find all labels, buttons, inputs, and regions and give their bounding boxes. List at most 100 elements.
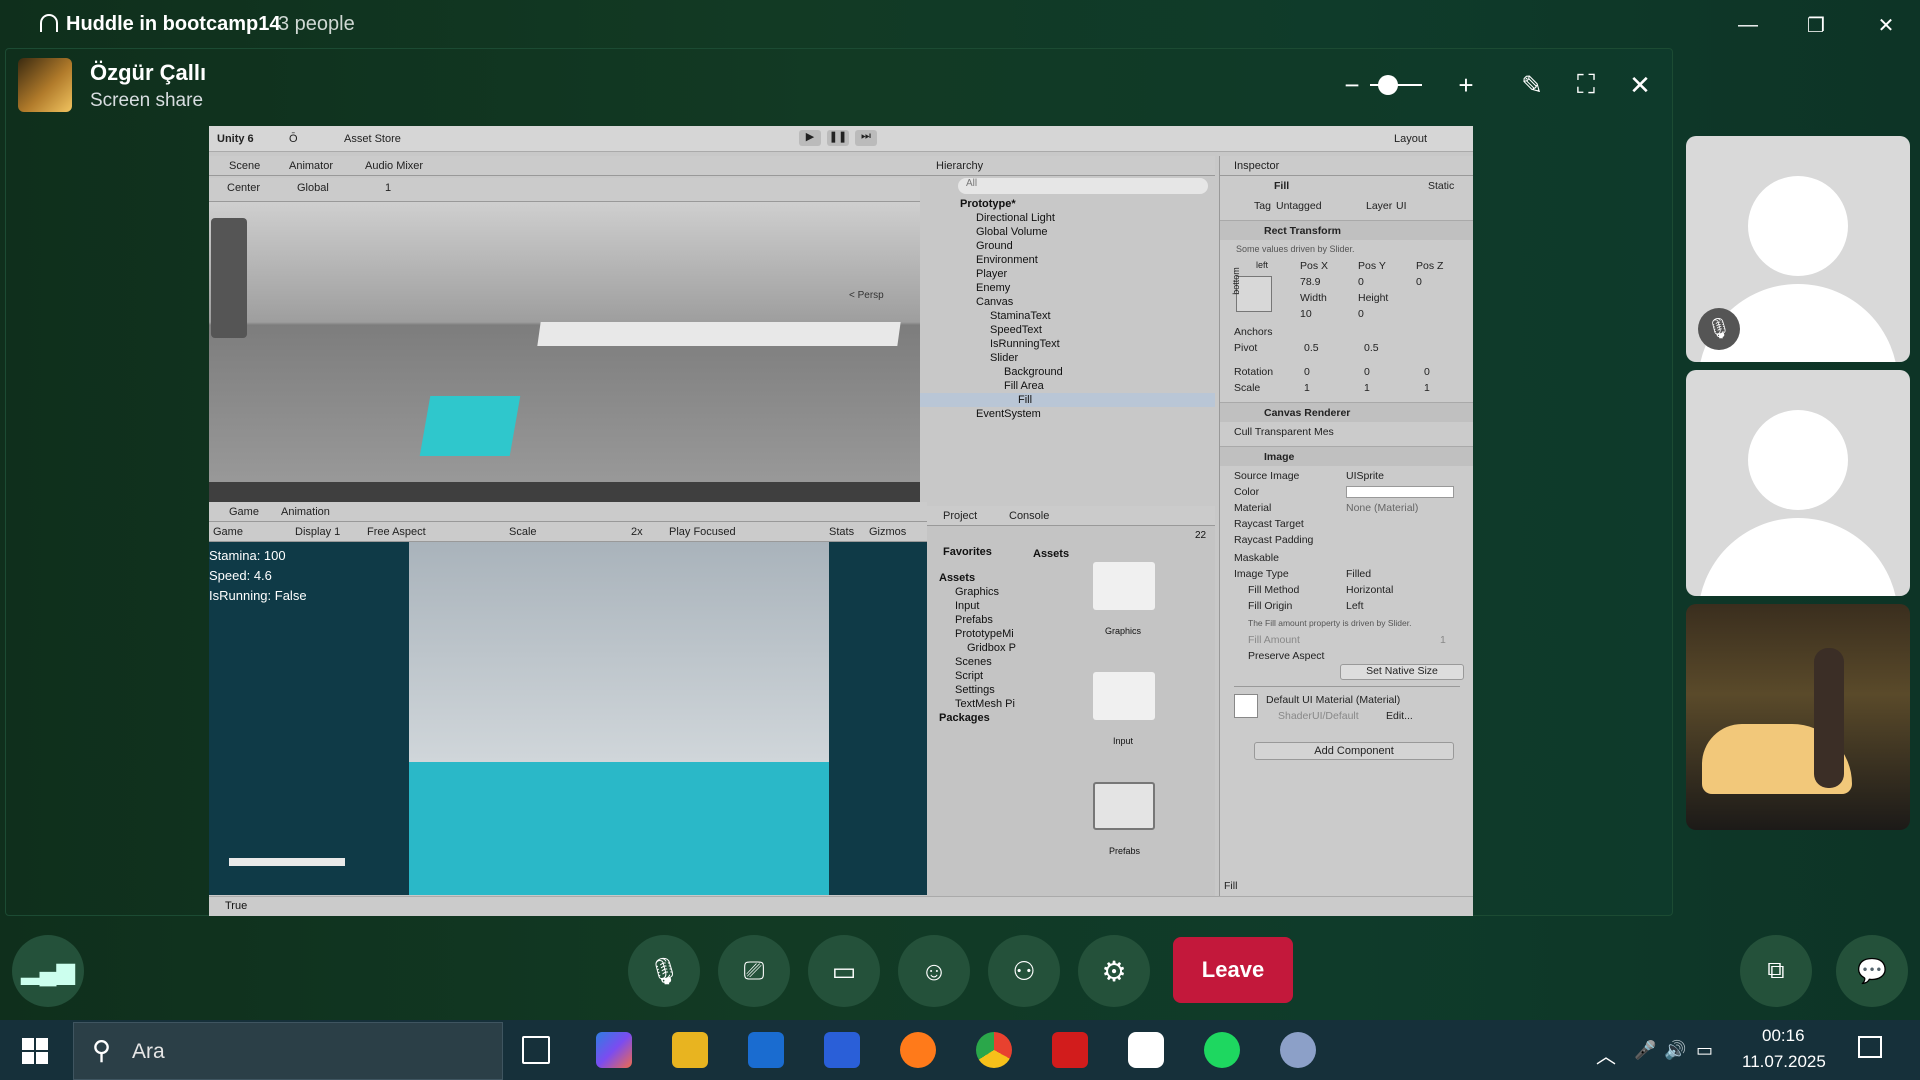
zoom-in-icon[interactable]: + xyxy=(1446,68,1486,102)
hierarchy-item-selected[interactable]: Fill xyxy=(1018,394,1032,406)
game-mode-dropdown[interactable]: Game xyxy=(213,526,243,538)
hierarchy-item[interactable]: EventSystem xyxy=(976,408,1041,420)
layer-dropdown[interactable]: UI xyxy=(1396,200,1407,212)
folder-icon[interactable] xyxy=(1093,672,1155,720)
app-icon[interactable] xyxy=(1280,1032,1316,1068)
pos-y-field[interactable]: 0 xyxy=(1358,276,1364,288)
pos-x-field[interactable]: 78.9 xyxy=(1300,276,1320,288)
width-field[interactable]: 10 xyxy=(1300,308,1312,320)
restore-icon[interactable]: ❐ xyxy=(1796,10,1836,40)
stats-button[interactable]: Stats xyxy=(829,526,854,538)
battery-icon[interactable]: ▭ xyxy=(1696,1040,1713,1061)
anchor-preset-button[interactable] xyxy=(1236,276,1272,312)
hierarchy-search[interactable]: All xyxy=(958,178,1208,194)
tree-item[interactable]: Graphics xyxy=(955,586,999,598)
minimize-icon[interactable]: — xyxy=(1728,10,1768,40)
hierarchy-item[interactable]: Enemy xyxy=(976,282,1010,294)
account-menu[interactable]: Ō xyxy=(289,133,298,145)
raycast-padding-foldout[interactable]: Raycast Padding xyxy=(1234,534,1313,546)
rect-transform-header[interactable]: Rect Transform xyxy=(1220,220,1473,240)
zoom-slider-knob[interactable] xyxy=(1378,75,1398,95)
hierarchy-item[interactable]: Ground xyxy=(976,240,1013,252)
tag-dropdown[interactable]: Untagged xyxy=(1276,200,1322,212)
fill-origin-dropdown[interactable]: Left xyxy=(1346,600,1364,612)
close-share-icon[interactable]: ✕ xyxy=(1620,68,1660,102)
settings-button[interactable]: ⚙ xyxy=(1078,935,1150,1007)
pivot-dropdown[interactable]: Center xyxy=(227,182,260,194)
favorites-node[interactable]: Favorites xyxy=(943,546,992,558)
taskbar-search[interactable]: ⚲ Ara xyxy=(73,1022,503,1080)
mute-mic-button[interactable]: 🎙 xyxy=(628,935,700,1007)
close-window-icon[interactable]: ✕ xyxy=(1866,10,1906,40)
tree-item[interactable]: PrototypeMi xyxy=(955,628,1014,640)
tree-item[interactable]: Input xyxy=(955,600,979,612)
pivot-x-field[interactable]: 0.5 xyxy=(1304,342,1319,354)
windows-start-icon[interactable] xyxy=(22,1038,48,1064)
tab-animator[interactable]: Animator xyxy=(289,160,333,172)
hierarchy-item[interactable]: StaminaText xyxy=(990,310,1051,322)
copilot-icon[interactable] xyxy=(596,1032,632,1068)
shader-dropdown[interactable]: UI/Default xyxy=(1312,710,1359,722)
tree-item[interactable]: Prefabs xyxy=(955,614,993,626)
anchors-foldout[interactable]: Anchors xyxy=(1234,326,1273,338)
clock-time[interactable]: 00:16 xyxy=(1762,1026,1805,1046)
tree-item[interactable]: Gridbox P xyxy=(967,642,1016,654)
participant-video-tile[interactable] xyxy=(1686,604,1910,830)
asset-store-button[interactable]: Asset Store xyxy=(344,133,401,145)
popout-button[interactable]: ⧉ xyxy=(1740,935,1812,1007)
step-button[interactable]: ⏭ xyxy=(855,130,877,146)
participant-tile[interactable] xyxy=(1686,370,1910,596)
clock-date[interactable]: 11.07.2025 xyxy=(1742,1052,1826,1072)
scene-tool-palette[interactable] xyxy=(211,218,247,338)
tree-item[interactable]: Packages xyxy=(939,712,990,724)
hierarchy-item[interactable]: Fill Area xyxy=(1004,380,1044,392)
tab-console[interactable]: Console xyxy=(1009,510,1049,522)
persp-label[interactable]: < Persp xyxy=(849,290,884,301)
scale-x-field[interactable]: 1 xyxy=(1304,382,1310,394)
thread-button[interactable]: 💬 xyxy=(1836,935,1908,1007)
tab-audio-mixer[interactable]: Audio Mixer xyxy=(365,160,423,172)
fullscreen-icon[interactable]: ⛶ xyxy=(1566,68,1606,102)
tree-item[interactable]: Script xyxy=(955,670,983,682)
folder-icon[interactable] xyxy=(1093,782,1155,830)
tree-item[interactable]: Settings xyxy=(955,684,995,696)
tree-item[interactable]: Scenes xyxy=(955,656,992,668)
leave-button[interactable]: Leave xyxy=(1173,937,1293,1003)
hierarchy-item-prototype[interactable]: Prototype* xyxy=(960,198,1016,210)
tab-animation[interactable]: Animation xyxy=(281,506,330,518)
tab-project[interactable]: Project xyxy=(943,510,977,522)
scene-view[interactable]: < Persp xyxy=(209,202,920,502)
play-button[interactable]: ▶ xyxy=(799,130,821,146)
color-swatch[interactable] xyxy=(1346,486,1454,498)
firefox-icon[interactable] xyxy=(900,1032,936,1068)
gizmos-button[interactable]: Gizmos xyxy=(869,526,906,538)
network-stats-button[interactable]: ▂▄▆ xyxy=(12,935,84,1007)
fill-method-dropdown[interactable]: Horizontal xyxy=(1346,584,1393,596)
scale-y-field[interactable]: 1 xyxy=(1364,382,1370,394)
layout-menu[interactable]: Layout xyxy=(1394,133,1427,145)
acrobat-icon[interactable] xyxy=(1052,1032,1088,1068)
rot-y-field[interactable]: 0 xyxy=(1364,366,1370,378)
hierarchy-item[interactable]: IsRunningText xyxy=(990,338,1060,350)
pos-z-field[interactable]: 0 xyxy=(1416,276,1422,288)
source-image-field[interactable]: UISprite xyxy=(1346,470,1384,482)
hierarchy-item[interactable]: Player xyxy=(976,268,1007,280)
hierarchy-item[interactable]: Directional Light xyxy=(976,212,1055,224)
static-toggle[interactable]: Static xyxy=(1428,180,1454,192)
hierarchy-item[interactable]: Slider xyxy=(990,352,1018,364)
participant-tile[interactable]: 🎙 xyxy=(1686,136,1910,362)
play-focused-dropdown[interactable]: Play Focused xyxy=(669,526,736,538)
slack-icon[interactable] xyxy=(1128,1032,1164,1068)
participants-button[interactable]: ⚇ xyxy=(988,935,1060,1007)
hierarchy-item[interactable]: Background xyxy=(1004,366,1063,378)
add-component-button[interactable]: Add Component xyxy=(1254,742,1454,760)
rot-x-field[interactable]: 0 xyxy=(1304,366,1310,378)
rot-z-field[interactable]: 0 xyxy=(1424,366,1430,378)
share-screen-button[interactable]: ▭ xyxy=(808,935,880,1007)
hierarchy-item[interactable]: Environment xyxy=(976,254,1038,266)
height-field[interactable]: 0 xyxy=(1358,308,1364,320)
tab-game[interactable]: Game xyxy=(229,506,259,518)
camera-button[interactable]: ⎚ xyxy=(718,935,790,1007)
chrome-icon[interactable] xyxy=(976,1032,1012,1068)
zoom-out-icon[interactable]: − xyxy=(1332,68,1372,102)
